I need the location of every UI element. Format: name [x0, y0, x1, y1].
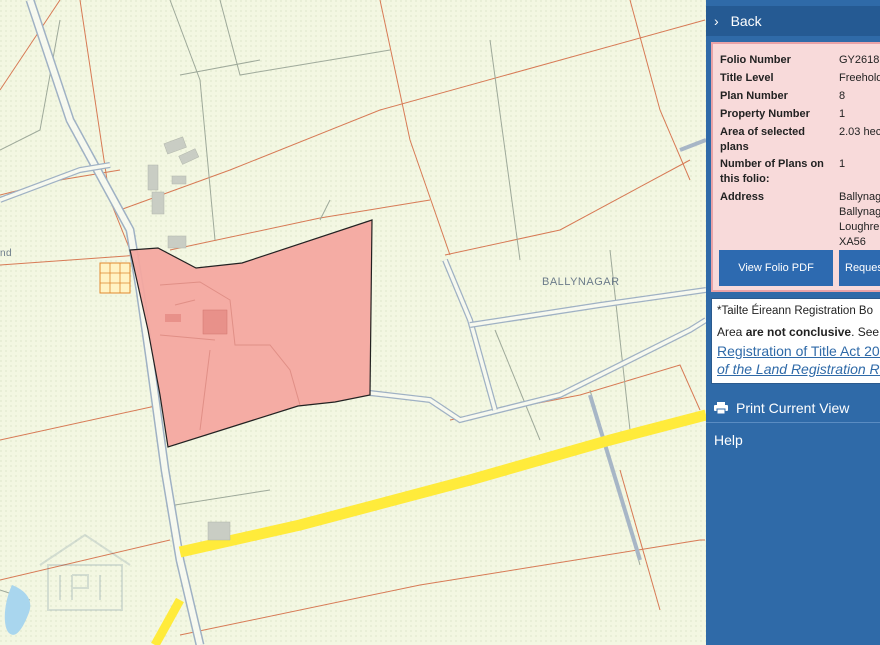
- back-button[interactable]: › Back: [706, 6, 880, 36]
- view-folio-pdf-button[interactable]: View Folio PDF: [719, 250, 833, 286]
- map-view[interactable]: BALLYNAGAR nd: [0, 0, 706, 645]
- folio-key: Property Number: [720, 108, 810, 120]
- chevron-right-icon: ›: [714, 13, 719, 29]
- notice-line2: Area are not conclusive. See S: [717, 325, 880, 339]
- print-current-view-button[interactable]: Print Current View: [706, 393, 880, 423]
- land-registration-rules-link[interactable]: of the Land Registration Ru: [717, 361, 880, 377]
- folio-value: Freehold: [839, 72, 880, 84]
- map-canvas[interactable]: [0, 0, 706, 645]
- folio-value: 1: [839, 158, 846, 170]
- print-label: Print Current View: [736, 400, 850, 416]
- back-label: Back: [730, 13, 762, 29]
- edge-label: nd: [0, 248, 13, 259]
- folio-value: 2.03 hec: [839, 126, 880, 138]
- notice-bold-text: are not conclusive: [745, 325, 852, 339]
- folio-key: Title Level: [720, 72, 774, 84]
- notice-text: Area: [717, 325, 746, 339]
- side-panel: › Back Folio Number GY2618F Title Level …: [706, 0, 880, 645]
- folio-key: Address: [720, 191, 765, 203]
- notice-line3: Registration of Title Act 200: [717, 343, 880, 359]
- notice-box: *Tailte Éireann Registration Bo Area are…: [711, 298, 880, 384]
- folio-value: 1: [839, 108, 846, 120]
- folio-value: 8: [839, 90, 846, 102]
- folio-card: Folio Number GY2618F Title Level Freehol…: [711, 42, 880, 292]
- folio-key: Area of selected plans: [720, 126, 805, 153]
- registration-act-link[interactable]: Registration of Title Act 200: [717, 343, 880, 359]
- notice-line1: *Tailte Éireann Registration Bo: [717, 305, 873, 317]
- folio-value: Ballynag Ballynag Loughre XA56: [839, 191, 880, 248]
- printer-icon: [714, 402, 728, 415]
- help-link[interactable]: Help: [714, 430, 743, 450]
- townland-label: BALLYNAGAR: [542, 276, 620, 288]
- notice-line4: of the Land Registration Ru: [717, 361, 880, 377]
- folio-key: Number of Plans on this folio:: [720, 158, 824, 185]
- hatched-plot: [99, 262, 131, 294]
- folio-value: GY2618F: [839, 54, 880, 66]
- notice-text: . See: [851, 325, 880, 339]
- request-button[interactable]: Reques: [839, 250, 880, 286]
- folio-key: Plan Number: [720, 90, 788, 102]
- folio-key: Folio Number: [720, 54, 791, 66]
